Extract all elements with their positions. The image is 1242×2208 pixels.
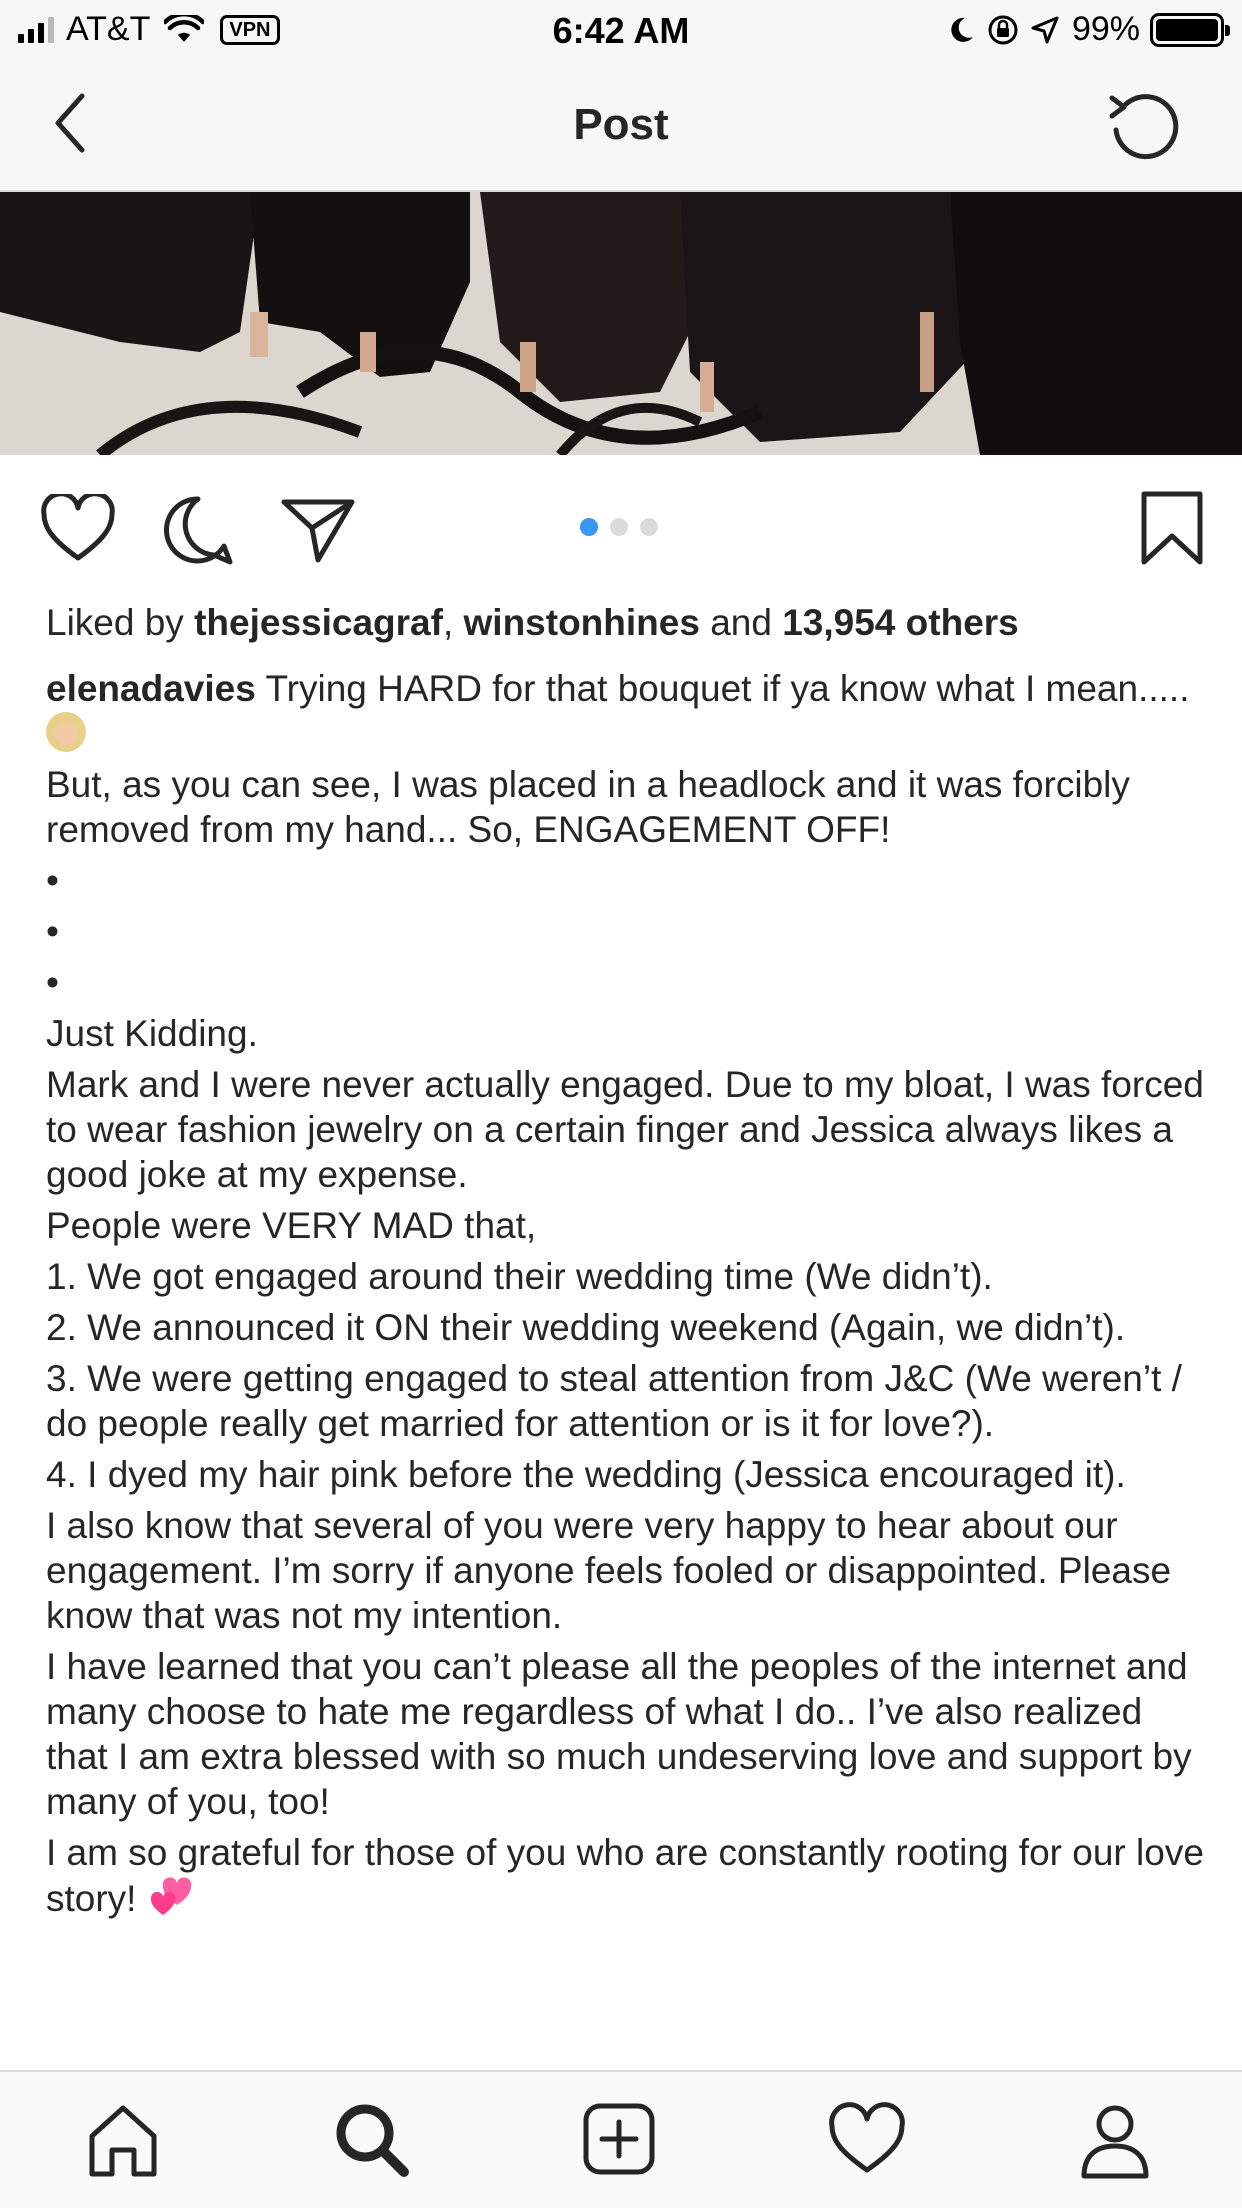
caption-bullet: • xyxy=(46,911,59,952)
caption-text: I have learned that you can’t please all… xyxy=(46,1646,1192,1822)
tab-new-post[interactable] xyxy=(576,2096,662,2182)
post-actions xyxy=(0,480,1242,580)
caption-text: Trying HARD for that bouquet if ya know … xyxy=(265,668,1190,709)
likes-summary: Liked by thejessicagraf, winstonhines an… xyxy=(46,600,1206,646)
likes-and: and xyxy=(710,602,772,643)
carousel-dot xyxy=(580,518,598,536)
caption-username[interactable]: elenadavies xyxy=(46,668,256,709)
caption-list-item: 4. I dyed my hair pink before the weddin… xyxy=(46,1454,1126,1495)
caption-list-item: 1. We got engaged around their wedding t… xyxy=(46,1256,993,1297)
likes-prefix: Liked by xyxy=(46,602,184,643)
carousel-dot xyxy=(640,518,658,536)
bride-emoji-icon xyxy=(46,712,86,752)
tab-search[interactable] xyxy=(328,2096,414,2182)
rotation-lock-icon xyxy=(988,15,1018,44)
status-bar: AT&T VPN 6:42 AM 99% xyxy=(0,0,1242,60)
post-caption: elenadavies Trying HARD for that bouquet… xyxy=(46,666,1206,1927)
battery-percent: 99% xyxy=(1071,10,1140,48)
like-button[interactable] xyxy=(40,494,116,564)
caption-text: Just Kidding. xyxy=(46,1013,258,1054)
caption-bullet: • xyxy=(46,962,59,1003)
save-button[interactable] xyxy=(1140,490,1204,566)
moon-icon xyxy=(951,17,973,42)
liker-username[interactable]: thejessicagraf xyxy=(194,602,443,643)
likes-separator: , xyxy=(442,602,454,643)
tab-activity[interactable] xyxy=(824,2096,910,2182)
tab-home[interactable] xyxy=(80,2096,166,2182)
caption-text: I am so grateful for those of you who ar… xyxy=(46,1832,1204,1919)
refresh-button[interactable] xyxy=(1104,86,1184,166)
top-bar: AT&T VPN 6:42 AM 99% Post xyxy=(0,0,1242,192)
photo-artwork xyxy=(0,192,1242,455)
post-photo[interactable] xyxy=(0,192,1242,455)
tab-profile[interactable] xyxy=(1072,2096,1158,2182)
carousel-indicator xyxy=(580,518,658,536)
tab-bar xyxy=(0,2070,1242,2208)
caption-text: Mark and I were never actually engaged. … xyxy=(46,1064,1204,1195)
likes-others-link[interactable]: 13,954 others xyxy=(782,602,1019,643)
share-button[interactable] xyxy=(280,494,356,566)
location-icon xyxy=(1031,16,1059,43)
battery-icon xyxy=(1150,12,1230,47)
caption-list-item: 2. We announced it ON their wedding week… xyxy=(46,1307,1126,1348)
comment-button[interactable] xyxy=(162,494,234,566)
caption-text: People were VERY MAD that, xyxy=(46,1205,537,1246)
caption-text: I also know that several of you were ver… xyxy=(46,1505,1172,1636)
page-title: Post xyxy=(573,100,669,149)
liker-username[interactable]: winstonhines xyxy=(464,602,700,643)
caption-bullet: • xyxy=(46,860,59,901)
carousel-dot xyxy=(610,518,628,536)
caption-list-item: 3. We were getting engaged to steal atte… xyxy=(46,1358,1182,1444)
caption-text: But, as you can see, I was placed in a h… xyxy=(46,764,1130,850)
two-hearts-emoji-icon xyxy=(150,1877,191,1915)
